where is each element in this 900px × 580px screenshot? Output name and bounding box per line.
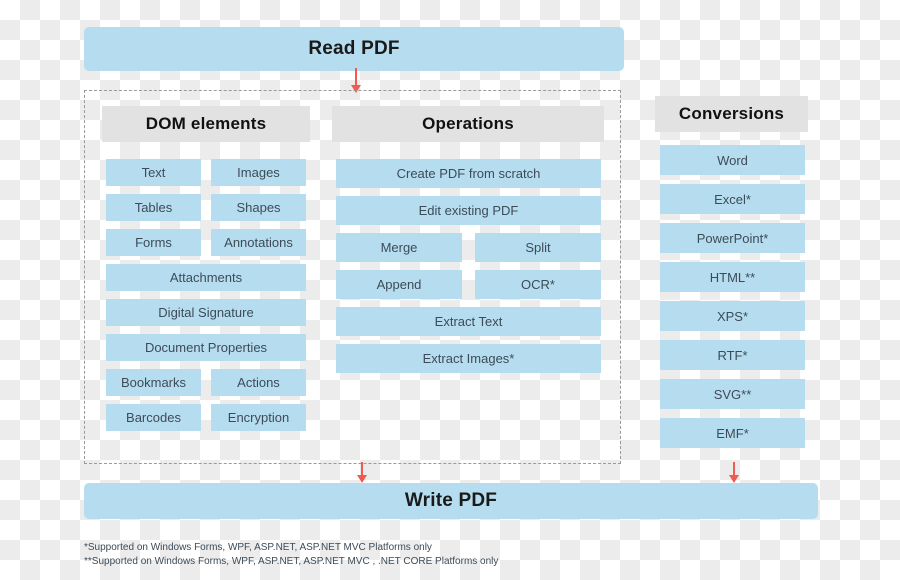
item-box[interactable]: Encryption	[211, 404, 306, 431]
item-box[interactable]: Text	[106, 159, 201, 186]
read-pdf-bar: Read PDF	[84, 27, 624, 71]
item-box[interactable]: Annotations	[211, 229, 306, 256]
diagram-canvas: Read PDF DOM elements Operations Convers…	[0, 0, 900, 580]
item-box-label: RTF*	[717, 347, 748, 363]
item-box[interactable]: EMF*	[660, 418, 805, 448]
item-box[interactable]: Create PDF from scratch	[336, 159, 601, 188]
item-box[interactable]: Append	[336, 270, 462, 299]
item-box-label: Images	[237, 165, 280, 180]
item-box-label: OCR*	[521, 277, 555, 292]
item-box[interactable]: SVG**	[660, 379, 805, 409]
item-box-label: Barcodes	[126, 410, 181, 425]
item-box[interactable]: Images	[211, 159, 306, 186]
item-box[interactable]: XPS*	[660, 301, 805, 331]
item-box-label: Word	[717, 152, 748, 168]
footnote-double-asterisk: **Supported on Windows Forms, WPF, ASP.N…	[84, 556, 499, 567]
item-box[interactable]: Digital Signature	[106, 299, 306, 326]
item-box[interactable]: Bookmarks	[106, 369, 201, 396]
item-box[interactable]: Excel*	[660, 184, 805, 214]
item-box-label: Extract Text	[434, 314, 503, 329]
item-box-label: Text	[141, 165, 166, 180]
item-box-label: Extract Images*	[422, 351, 515, 366]
item-box[interactable]: Extract Images*	[336, 344, 601, 373]
group-title-dom-elements: DOM elements	[102, 106, 310, 142]
arrow-conversions-to-write-icon	[729, 462, 739, 483]
item-box[interactable]: OCR*	[475, 270, 601, 299]
item-box[interactable]: Barcodes	[106, 404, 201, 431]
arrow-operations-to-write-icon	[357, 462, 367, 483]
arrow-read-to-groups-icon	[351, 68, 361, 93]
item-box[interactable]: Tables	[106, 194, 201, 221]
item-box-label: Digital Signature	[158, 305, 254, 320]
item-box-label: Merge	[380, 240, 418, 255]
item-box[interactable]: PowerPoint*	[660, 223, 805, 253]
item-box[interactable]: Actions	[211, 369, 306, 396]
item-box[interactable]: Shapes	[211, 194, 306, 221]
footnote-single-asterisk: *Supported on Windows Forms, WPF, ASP.NE…	[84, 542, 432, 553]
item-box-label: Append	[376, 277, 422, 292]
item-box-label: Create PDF from scratch	[396, 166, 541, 181]
item-box[interactable]: Document Properties	[106, 334, 306, 361]
item-box[interactable]: HTML**	[660, 262, 805, 292]
item-box-label: Encryption	[227, 410, 290, 425]
item-box-label: Shapes	[236, 200, 281, 215]
item-box-label: Edit existing PDF	[418, 203, 519, 218]
item-box-label: EMF*	[716, 425, 749, 441]
item-box-label: Bookmarks	[120, 375, 187, 390]
write-pdf-bar: Write PDF	[84, 483, 818, 519]
group-title-operations: Operations	[332, 106, 604, 142]
item-box[interactable]: Attachments	[106, 264, 306, 291]
item-box-label: Tables	[134, 200, 173, 215]
item-box[interactable]: Forms	[106, 229, 201, 256]
item-box[interactable]: Edit existing PDF	[336, 196, 601, 225]
item-box-label: Actions	[237, 375, 280, 390]
item-box[interactable]: RTF*	[660, 340, 805, 370]
item-box-label: Document Properties	[144, 340, 268, 355]
item-box-label: Annotations	[224, 235, 293, 250]
item-box-label: Forms	[135, 235, 172, 250]
item-box[interactable]: Merge	[336, 233, 462, 262]
item-box-label: XPS*	[716, 308, 749, 324]
item-box-label: Excel*	[714, 191, 751, 207]
footnotes: *Supported on Windows Forms, WPF, ASP.NE…	[84, 541, 724, 569]
item-box[interactable]: Split	[475, 233, 601, 262]
item-box-label: Split	[525, 240, 551, 255]
item-box-label: SVG**	[713, 386, 752, 402]
item-box-label: Attachments	[169, 270, 243, 285]
item-box[interactable]: Word	[660, 145, 805, 175]
item-box-label: PowerPoint*	[696, 230, 769, 246]
item-box-label: HTML**	[709, 269, 756, 285]
item-box[interactable]: Extract Text	[336, 307, 601, 336]
group-title-conversions: Conversions	[655, 96, 808, 132]
